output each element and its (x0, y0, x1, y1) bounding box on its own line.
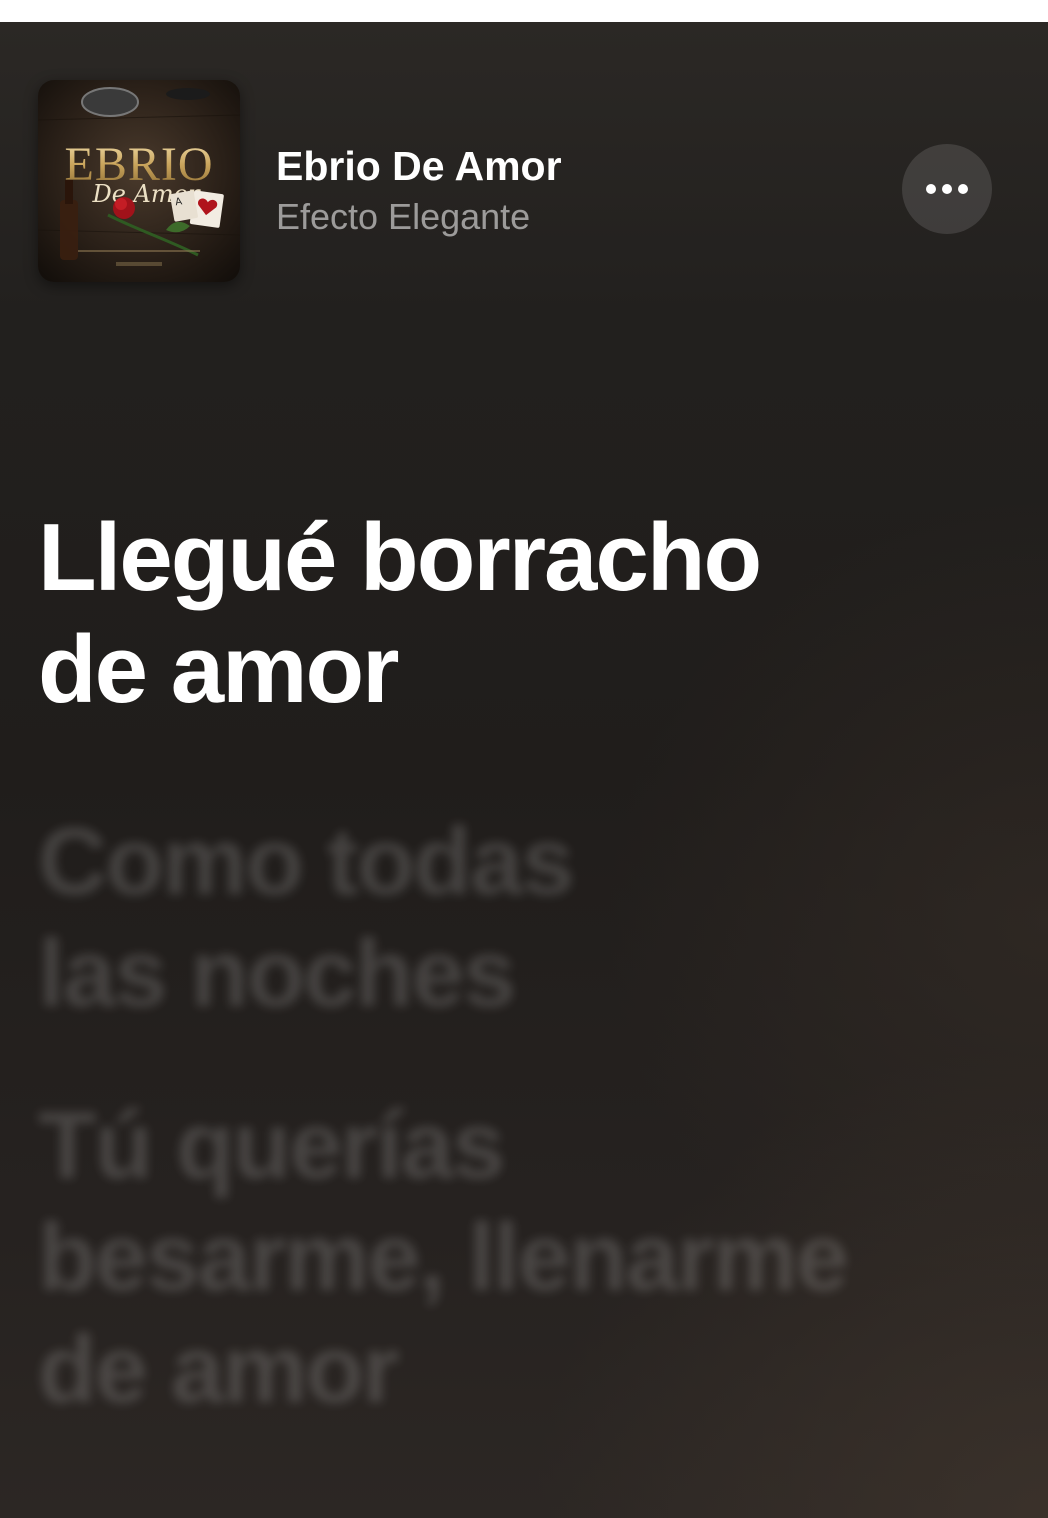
ellipsis-icon (923, 184, 971, 194)
lyric-text: Como todas las noches (38, 808, 575, 1027)
track-info[interactable]: Ebrio De Amor Efecto Elegante (276, 142, 836, 241)
track-title: Ebrio De Amor (276, 143, 562, 189)
more-options-button[interactable] (902, 144, 992, 234)
lyrics-container[interactable]: Llegué borracho de amor Como todas las n… (38, 502, 998, 1496)
lyric-text: Tú querías besarme, llenarme de amor (38, 1092, 849, 1423)
lyric-line-upcoming[interactable]: Como todas las noches (38, 806, 998, 1030)
lyrics-player: EBRIO De Amor A Ebrio De Amor Efecto Ele… (0, 22, 1048, 1518)
track-artist[interactable]: Efecto Elegante (276, 193, 836, 241)
lyric-line-upcoming[interactable]: Tú querías besarme, llenarme de amor (38, 1090, 998, 1426)
album-artwork[interactable]: EBRIO De Amor A (38, 80, 240, 282)
album-artwork-image: EBRIO De Amor A (38, 80, 240, 282)
lyric-text: Llegué borracho de amor (38, 504, 762, 723)
lyric-line-current[interactable]: Llegué borracho de amor (38, 502, 998, 726)
